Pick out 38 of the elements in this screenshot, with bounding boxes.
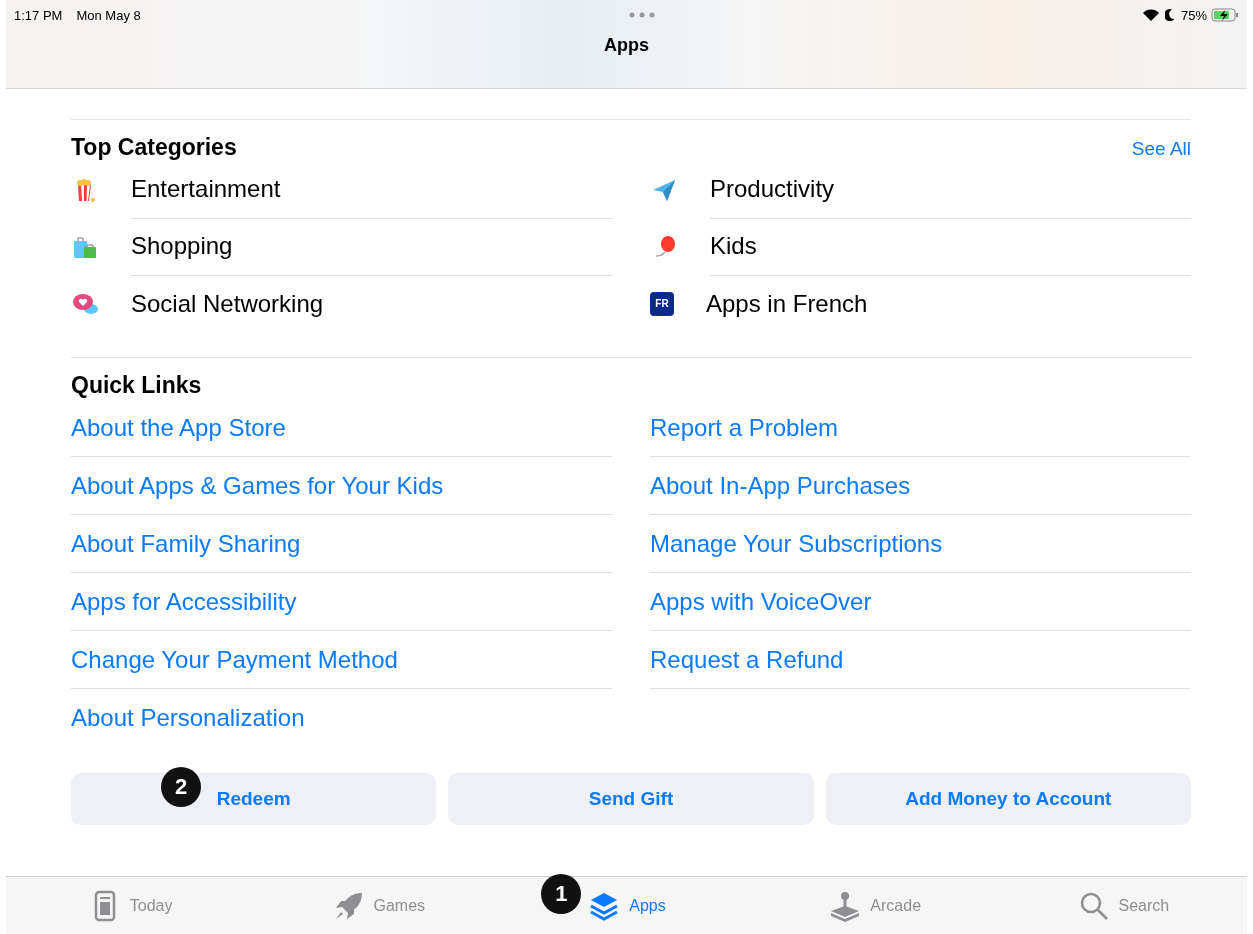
category-item[interactable]: Apps in French <box>706 275 1191 332</box>
category-item[interactable]: Productivity <box>710 160 1191 219</box>
category-item[interactable]: Entertainment <box>131 160 612 219</box>
quick-link[interactable]: About Apps & Games for Your Kids <box>71 471 444 500</box>
quick-link[interactable]: Request a Refund <box>650 645 844 674</box>
status-time: 1:17 PM <box>14 7 63 23</box>
section-title: Top Categories <box>71 134 237 161</box>
action-button[interactable]: Add Money to Account <box>825 773 1191 825</box>
battery-charging-icon <box>1211 8 1239 22</box>
french-badge: FR <box>650 291 674 316</box>
quick-link[interactable]: Apps for Accessibility <box>71 587 297 616</box>
category-item[interactable]: Kids <box>710 217 1191 276</box>
multitasking-dots-icon[interactable] <box>628 12 655 18</box>
tab-item[interactable]: Search <box>1070 877 1176 934</box>
quick-link[interactable]: Manage Your Subscriptions <box>650 529 943 558</box>
section-title: Quick Links <box>71 372 203 399</box>
battery-percent: 75% <box>1180 7 1207 23</box>
callout-badge: 2 <box>161 767 201 807</box>
action-button[interactable]: Send Gift <box>448 773 814 825</box>
wifi-icon <box>1142 9 1159 21</box>
tab-item[interactable]: Today <box>81 877 179 934</box>
nav-title: Apps <box>603 35 650 56</box>
callout-badge: 1 <box>541 874 582 914</box>
status-date: Mon May 8 <box>76 7 141 23</box>
tab-item[interactable]: Apps <box>581 877 672 934</box>
moon-icon <box>1164 9 1175 21</box>
tab-item[interactable]: Arcade <box>822 877 928 934</box>
quick-link[interactable]: Change Your Payment Method <box>71 645 398 674</box>
category-item[interactable]: Shopping <box>131 217 612 276</box>
quick-link[interactable]: Apps with VoiceOver <box>650 587 872 616</box>
quick-link[interactable]: About In-App Purchases <box>650 471 911 500</box>
see-all-link[interactable]: See All <box>1131 138 1191 160</box>
quick-link[interactable]: About Family Sharing <box>71 529 301 558</box>
quick-link[interactable]: About Personalization <box>71 703 305 732</box>
quick-link[interactable]: Report a Problem <box>650 413 839 442</box>
category-item[interactable]: Social Networking <box>131 275 612 332</box>
tab-item[interactable]: Games <box>325 877 432 934</box>
quick-link[interactable]: About the App Store <box>71 413 286 442</box>
